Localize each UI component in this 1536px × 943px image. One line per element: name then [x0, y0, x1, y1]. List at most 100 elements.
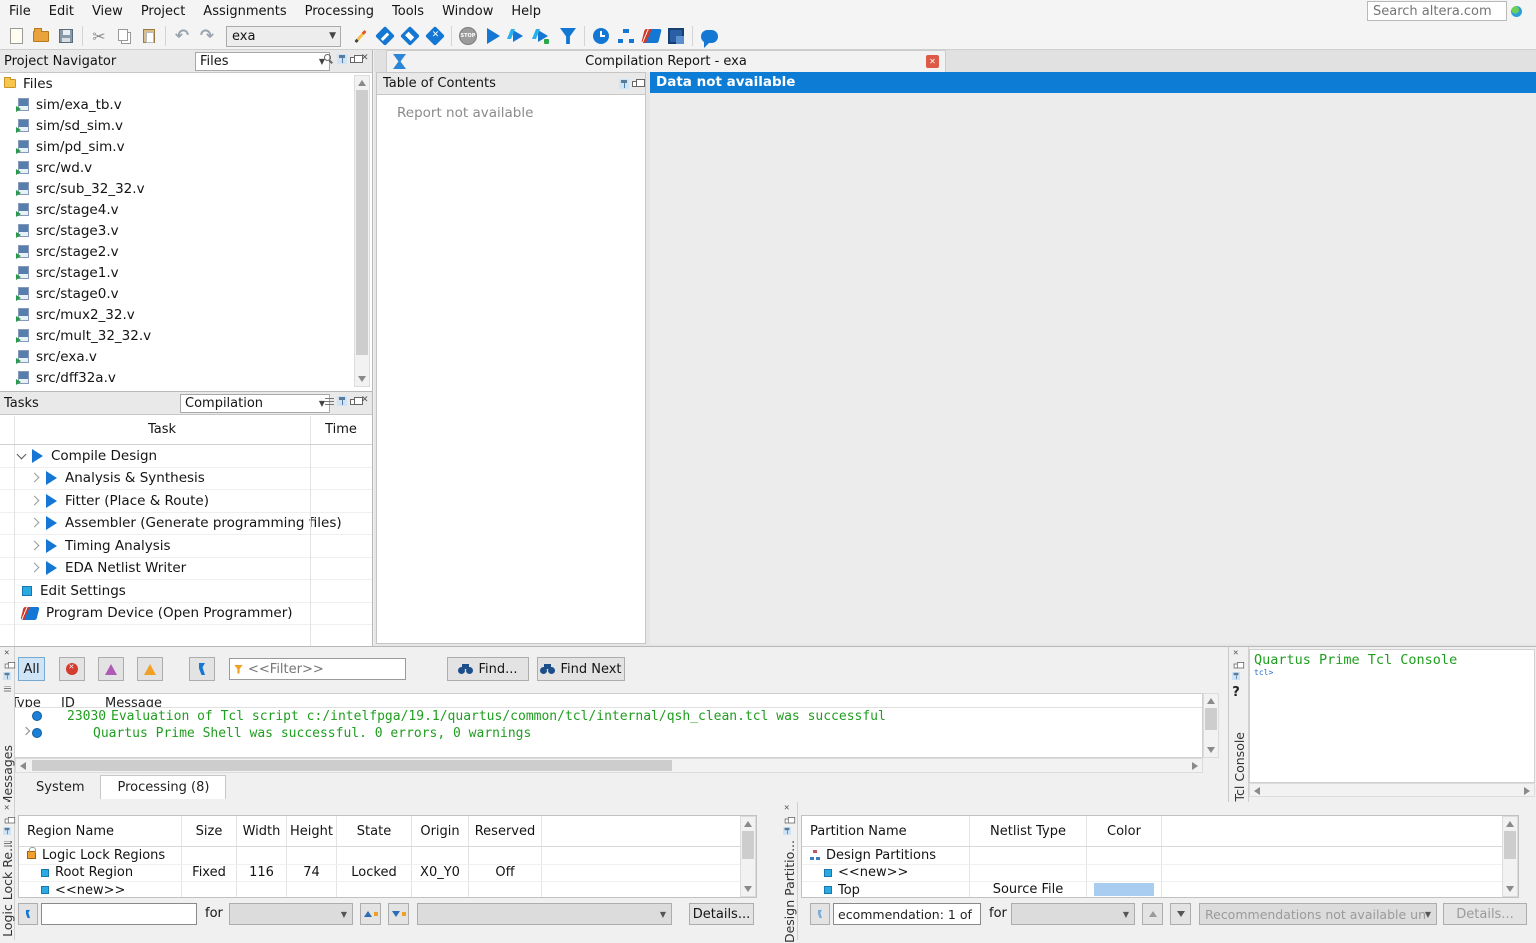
pin-icon[interactable]	[1232, 672, 1240, 680]
warnings-filter-button[interactable]	[137, 657, 163, 681]
expand-chevron-icon[interactable]	[22, 727, 30, 735]
tcl-console-output[interactable]: Quartus Prime Tcl Console tcl>	[1249, 649, 1535, 783]
design-partition-window-button[interactable]	[423, 24, 447, 48]
file-item[interactable]: src/stage4.v	[0, 199, 372, 220]
pin-icon[interactable]	[3, 672, 11, 680]
file-item[interactable]: sim/exa_tb.v	[0, 94, 372, 115]
menu-item-tools[interactable]: Tools	[383, 2, 433, 21]
file-item[interactable]: src/stage1.v	[0, 262, 372, 283]
float-window-icon[interactable]	[350, 399, 357, 405]
menu-icon[interactable]	[3, 686, 10, 692]
paste-button[interactable]	[137, 24, 161, 48]
open-project-button[interactable]	[29, 24, 53, 48]
file-item[interactable]: sim/sd_sim.v	[0, 115, 372, 136]
messages-vscrollbar[interactable]	[1203, 693, 1219, 758]
menu-icon[interactable]	[325, 398, 334, 406]
message-row[interactable]: Quartus Prime Shell was successful. 0 er…	[15, 725, 1202, 742]
search-input[interactable]	[1367, 1, 1507, 21]
netlist-viewer-button[interactable]	[614, 24, 638, 48]
menu-item-view[interactable]: View	[83, 2, 132, 21]
file-item[interactable]: src/wd.v	[0, 157, 372, 178]
menu-item-processing[interactable]: Processing	[296, 2, 383, 21]
file-item[interactable]: src/mult_32_32.v	[0, 325, 372, 346]
search-icon[interactable]	[324, 54, 334, 64]
tcl-hscrollbar[interactable]	[1249, 783, 1535, 797]
table-row[interactable]: <<new>>	[19, 882, 756, 898]
float-window-icon[interactable]	[1233, 664, 1239, 669]
pin-planner-button[interactable]	[373, 24, 397, 48]
pin-icon[interactable]	[619, 79, 629, 89]
chip-planner-button[interactable]	[398, 24, 422, 48]
close-icon[interactable]	[3, 650, 11, 658]
tab-processing-8-[interactable]: Processing (8)	[100, 775, 226, 799]
file-item[interactable]: src/exa.v	[0, 346, 372, 367]
menu-item-help[interactable]: Help	[502, 2, 550, 21]
logic-lock-vscrollbar[interactable]	[740, 816, 756, 897]
task-row[interactable]: Assembler (Generate programming files)	[0, 513, 372, 536]
file-item[interactable]: sim/pd_sim.v	[0, 136, 372, 157]
navigator-mode-combo[interactable]: Files ▼	[195, 52, 330, 71]
next-recommendation-button[interactable]	[1170, 903, 1191, 925]
task-row[interactable]: Program Device (Open Programmer)	[0, 603, 372, 626]
eda-tools-button[interactable]	[664, 24, 688, 48]
table-row[interactable]: <<new>>	[802, 865, 1518, 883]
file-item[interactable]: src/dff32a.v	[0, 367, 372, 388]
file-item[interactable]: src/mux2_32.v	[0, 304, 372, 325]
float-window-icon[interactable]	[350, 57, 357, 63]
assignment-editor-button[interactable]	[348, 24, 372, 48]
timing-analyzer-button[interactable]	[556, 24, 580, 48]
stop-button[interactable]: STOP	[456, 24, 480, 48]
all-messages-button[interactable]: All	[18, 657, 45, 681]
prev-recommendation-button[interactable]	[1142, 903, 1163, 925]
new-file-button[interactable]	[4, 24, 28, 48]
filter-input[interactable]	[248, 662, 401, 677]
float-window-icon[interactable]	[4, 819, 10, 824]
errors-filter-button[interactable]	[59, 657, 85, 681]
menu-item-project[interactable]: Project	[132, 2, 194, 21]
design-partitions-vscrollbar[interactable]	[1502, 816, 1518, 897]
find-next-button[interactable]: Find Next	[537, 657, 625, 681]
region-options-combo[interactable]: ▼	[417, 903, 672, 925]
task-row[interactable]: Fitter (Place & Route)	[0, 490, 372, 513]
pin-icon[interactable]	[337, 54, 347, 64]
find-button[interactable]: Find...	[447, 657, 529, 681]
table-row[interactable]: Root RegionFixed11674LockedX0_Y0Off	[19, 865, 756, 883]
menu-item-assignments[interactable]: Assignments	[194, 2, 295, 21]
comment-button[interactable]	[697, 24, 721, 48]
undo-button[interactable]	[170, 24, 194, 48]
pin-icon[interactable]	[337, 396, 347, 406]
menu-item-file[interactable]: File	[0, 2, 40, 21]
copy-button[interactable]	[112, 24, 136, 48]
files-root-item[interactable]: Files	[0, 73, 372, 94]
redo-button[interactable]	[195, 24, 219, 48]
recommendation-input[interactable]	[833, 903, 981, 925]
globe-icon[interactable]	[1511, 6, 1522, 17]
close-icon[interactable]	[360, 54, 370, 64]
critical-warnings-filter-button[interactable]	[98, 657, 124, 681]
expand-chevron-icon[interactable]	[31, 496, 41, 506]
partition-target-combo[interactable]: ▼	[1011, 903, 1135, 925]
task-row[interactable]: Compile Design	[0, 445, 372, 468]
float-window-icon[interactable]	[784, 819, 790, 824]
pin-icon[interactable]	[783, 827, 791, 835]
details-button[interactable]: Details...	[1443, 903, 1527, 925]
table-row[interactable]: Logic Lock Regions	[19, 847, 756, 865]
help-icon[interactable]: ?	[1232, 685, 1240, 700]
pin-icon[interactable]	[3, 827, 11, 835]
expand-chevron-icon[interactable]	[31, 541, 41, 551]
clock-button[interactable]	[589, 24, 613, 48]
move-up-button[interactable]	[360, 903, 381, 925]
files-scrollbar[interactable]	[354, 75, 370, 387]
programmer-button[interactable]	[639, 24, 663, 48]
add-region-button[interactable]	[18, 903, 38, 925]
start-analysis-button[interactable]	[506, 24, 530, 48]
project-combo[interactable]: exa ▼	[226, 26, 341, 47]
table-row[interactable]: Design Partitions	[802, 847, 1518, 865]
tab-close-icon[interactable]: ✕	[926, 55, 939, 68]
details-button[interactable]: Details...	[689, 903, 754, 925]
message-row[interactable]: 23030Evaluation of Tcl script c:/intelfp…	[15, 708, 1202, 725]
task-row[interactable]: EDA Netlist Writer	[0, 558, 372, 581]
move-down-button[interactable]	[388, 903, 409, 925]
flag-filter-button[interactable]	[189, 657, 215, 681]
file-item[interactable]: src/stage3.v	[0, 220, 372, 241]
